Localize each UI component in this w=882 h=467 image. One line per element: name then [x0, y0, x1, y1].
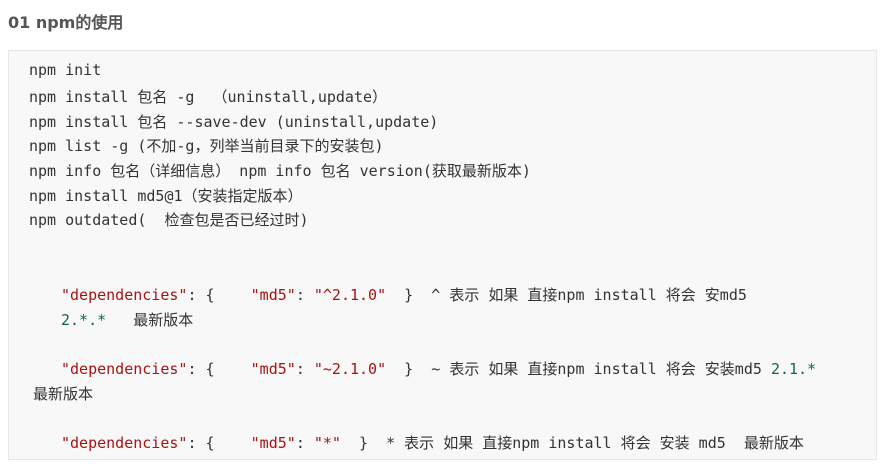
dependency-note: ^ 表示 如果 直接npm install 将会 安md5 [413, 286, 747, 304]
code-line: npm install 包名 -g （uninstall,update） [29, 88, 388, 106]
json-punct: } [386, 286, 414, 304]
json-key: "md5" [250, 286, 296, 304]
code-line: npm outdated( 检查包是否已经过时) [29, 211, 309, 229]
json-key: "dependencies" [61, 434, 188, 452]
dependency-line-caret-cont: 2.*.* 最新版本 [61, 309, 193, 330]
json-key: "md5" [250, 360, 296, 378]
dependency-line-tilde-cont: 最新版本 [33, 383, 93, 404]
code-line: npm info 包名（详细信息） npm info 包名 version(获取… [29, 162, 531, 180]
json-punct: } [386, 360, 414, 378]
dependency-line-tilde: "dependencies": { "md5": "~2.1.0" } ~ 表示… [61, 358, 816, 379]
json-key: "md5" [250, 434, 296, 452]
code-line: npm install 包名 --save-dev (uninstall,upd… [29, 113, 439, 131]
section-heading: 01 npm的使用 [8, 13, 124, 32]
dependency-line-star: "dependencies": { "md5": "*" } * 表示 如果 直… [61, 432, 804, 453]
json-key: "dependencies" [61, 360, 188, 378]
json-punct: } [340, 434, 369, 452]
code-block: npm init npm install 包名 -g （uninstall,up… [8, 50, 877, 460]
json-punct: : { [187, 434, 251, 452]
version-number: 2.1.* [770, 360, 817, 378]
json-value: "*" [313, 434, 341, 452]
code-line: npm install md5@1（安装指定版本） [29, 187, 303, 205]
json-value: "~2.1.0" [313, 360, 387, 378]
dependency-line-caret: "dependencies": { "md5": "^2.1.0" } ^ 表示… [61, 284, 747, 305]
json-punct: : [295, 434, 314, 452]
json-value: "^2.1.0" [313, 286, 387, 304]
json-punct: : { [187, 360, 251, 378]
json-key: "dependencies" [61, 286, 188, 304]
json-punct: : [295, 360, 314, 378]
dependency-note: 最新版本 [33, 385, 94, 403]
dependency-note: 最新版本 [106, 311, 194, 329]
json-punct: : { [187, 286, 251, 304]
code-line: npm list -g (不加-g，列举当前目录下的安装包) [29, 137, 384, 155]
code-line: npm init [29, 61, 102, 79]
dependency-note: ~ 表示 如果 直接npm install 将会 安装md5 [413, 360, 771, 378]
version-number: 2.*.* [61, 311, 107, 329]
json-punct: : [295, 286, 314, 304]
dependency-note: * 表示 如果 直接npm install 将会 安装 md5 最新版本 [368, 434, 804, 452]
